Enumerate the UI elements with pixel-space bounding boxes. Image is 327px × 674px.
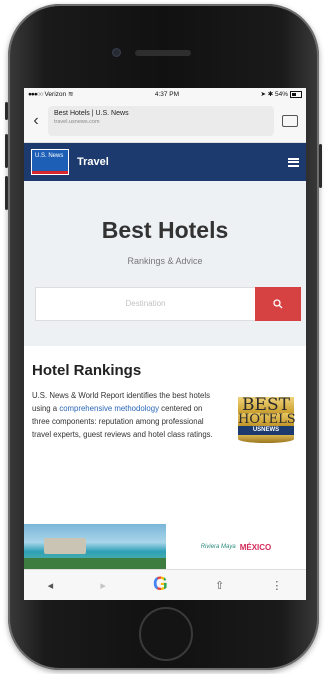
methodology-link[interactable]: comprehensive methodology (59, 404, 159, 413)
bluetooth-icon: ✱ (267, 91, 274, 98)
hero-section: Best Hotels Rankings & Advice Destinatio… (24, 181, 306, 346)
mute-switch (5, 102, 8, 120)
badge-line-usnews: USNEWS (238, 426, 294, 435)
site-header: U.S. News Travel (24, 143, 306, 181)
url-field[interactable]: Best Hotels | U.S. News travel.usnews.co… (48, 106, 274, 136)
wifi-icon: ≋ (67, 91, 74, 98)
hotel-rankings-section: Hotel Rankings U.S. News & World Report … (24, 346, 306, 537)
carrier-label: ●●●○○ Verizon ≋ (28, 90, 73, 98)
rankings-description: U.S. News & World Report identifies the … (32, 389, 222, 441)
ad-ruins-image (44, 538, 86, 554)
browser-toolbar: ◂ ▸ G ⇧ ⋮ (24, 569, 306, 600)
status-bar: ●●●○○ Verizon ≋ 4:37 PM ➤ ✱ 54% (24, 88, 306, 100)
signal-icon: ●●●○○ (28, 91, 44, 98)
battery-icon (289, 90, 302, 98)
ad-text: Riviera Maya MÉXICO (166, 524, 306, 570)
section-title[interactable]: Travel (77, 156, 288, 168)
ad-brand: Riviera Maya (200, 544, 236, 550)
badge-line-hotels: HOTELS (238, 412, 296, 427)
hamburger-icon[interactable] (288, 157, 299, 167)
status-time: 4:37 PM (154, 90, 180, 98)
ad-country: MÉXICO (239, 542, 272, 552)
location-icon: ➤ (260, 91, 266, 98)
ad-photo (24, 524, 166, 570)
search-button[interactable] (255, 287, 301, 321)
search-icon (273, 299, 283, 309)
tabs-icon[interactable] (282, 115, 298, 127)
carrier-name: Verizon (44, 91, 67, 98)
forward-arrow-icon[interactable]: ▸ (100, 579, 106, 592)
share-icon[interactable]: ⇧ (215, 579, 224, 592)
usnews-logo[interactable]: U.S. News (31, 149, 69, 175)
destination-input[interactable]: Destination (35, 287, 255, 321)
badge-line-best: BEST (238, 397, 294, 414)
page-title: Best Hotels (101, 217, 229, 243)
url-domain: travel.usnews.com (54, 119, 100, 125)
volume-up-button (5, 134, 8, 168)
browser-address-bar: ‹ Best Hotels | U.S. News travel.usnews.… (24, 100, 306, 143)
battery-percent: 54% (274, 91, 288, 98)
battery-status: ➤ ✱ 54% (260, 90, 302, 98)
back-arrow-icon[interactable]: ◂ (48, 579, 54, 592)
earpiece (135, 50, 191, 56)
volume-down-button (5, 176, 8, 210)
more-icon[interactable]: ⋮ (271, 579, 282, 592)
rankings-heading: Hotel Rankings (32, 362, 142, 379)
destination-search: Destination (35, 287, 301, 321)
google-icon[interactable]: G (153, 574, 168, 596)
badge-ribbon (238, 435, 294, 443)
url-page-title: Best Hotels | U.S. News (54, 110, 129, 117)
home-button[interactable] (139, 607, 193, 661)
phone-screen: ●●●○○ Verizon ≋ 4:37 PM ➤ ✱ 54% ‹ Best H… (24, 88, 306, 600)
ad-banner[interactable]: Riviera Maya MÉXICO (24, 524, 306, 570)
page-subtitle: Rankings & Advice (127, 256, 203, 266)
front-camera (112, 48, 121, 57)
best-hotels-badge: BEST HOTELS USNEWS (238, 397, 296, 452)
chevron-left-icon[interactable]: ‹ (24, 112, 48, 130)
power-button (319, 144, 322, 188)
